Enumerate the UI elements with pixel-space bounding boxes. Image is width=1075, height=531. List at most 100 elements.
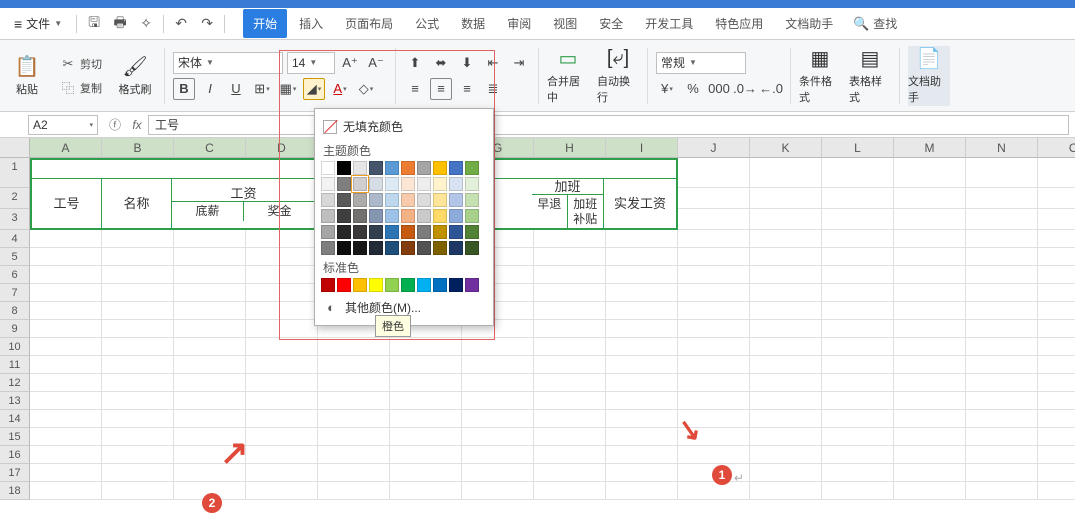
row-header-5[interactable]: 5 [0, 248, 30, 266]
indent-inc-button[interactable]: ⇥ [508, 52, 530, 74]
standard-swatch[interactable] [385, 278, 399, 292]
col-header-D[interactable]: D [246, 138, 318, 158]
theme-swatch[interactable] [369, 193, 383, 207]
theme-swatch[interactable] [321, 193, 335, 207]
border-button[interactable]: ⊞▾ [251, 78, 273, 100]
theme-swatch[interactable] [401, 193, 415, 207]
standard-swatch[interactable] [449, 278, 463, 292]
formula-input[interactable]: 工号 [148, 115, 1069, 135]
row-header-16[interactable]: 16 [0, 446, 30, 464]
currency-button[interactable]: ¥▾ [656, 78, 678, 100]
font-color-button[interactable]: A▾ [329, 78, 351, 100]
tab-insert[interactable]: 插入 [289, 9, 333, 38]
table-style-button[interactable]: ▤ 表格样式 [849, 46, 891, 106]
theme-swatch[interactable] [385, 225, 399, 239]
theme-swatch[interactable] [465, 177, 479, 191]
tab-layout[interactable]: 页面布局 [335, 9, 403, 38]
col-header-H[interactable]: H [534, 138, 606, 158]
col-header-C[interactable]: C [174, 138, 246, 158]
theme-swatch[interactable] [385, 241, 399, 255]
theme-swatch[interactable] [353, 161, 367, 175]
indent-dec-button[interactable]: ⇤ [482, 52, 504, 74]
theme-swatch[interactable] [385, 193, 399, 207]
italic-button[interactable]: I [199, 78, 221, 100]
theme-swatch[interactable] [433, 225, 447, 239]
theme-swatch[interactable] [369, 209, 383, 223]
row-header-14[interactable]: 14 [0, 410, 30, 428]
theme-swatch[interactable] [417, 177, 431, 191]
tab-special[interactable]: 特色应用 [705, 9, 773, 38]
col-header-L[interactable]: L [822, 138, 894, 158]
row-header-12[interactable]: 12 [0, 374, 30, 392]
row-header-9[interactable]: 9 [0, 320, 30, 338]
row-header-4[interactable]: 4 [0, 230, 30, 248]
standard-swatch[interactable] [353, 278, 367, 292]
theme-swatch[interactable] [401, 161, 415, 175]
theme-swatch[interactable] [433, 177, 447, 191]
align-bottom-button[interactable]: ⬇ [456, 52, 478, 74]
highlight-button[interactable]: ◇▾ [355, 78, 377, 100]
undo-icon[interactable]: ↶ [170, 13, 192, 35]
standard-swatch[interactable] [369, 278, 383, 292]
copy-button[interactable]: ⿻复制 [56, 78, 106, 98]
preview-icon[interactable]: ✧ [135, 13, 157, 35]
select-all-corner[interactable] [0, 138, 30, 158]
row-header-6[interactable]: 6 [0, 266, 30, 284]
theme-swatch[interactable] [337, 209, 351, 223]
theme-swatch[interactable] [465, 225, 479, 239]
theme-swatch[interactable] [433, 161, 447, 175]
name-box[interactable]: A2 ▾ [28, 115, 98, 135]
theme-swatch[interactable] [385, 177, 399, 191]
tab-view[interactable]: 视图 [543, 9, 587, 38]
redo-icon[interactable]: ↷ [196, 13, 218, 35]
cut-button[interactable]: ✂剪切 [56, 54, 106, 74]
theme-swatch[interactable] [465, 193, 479, 207]
font-size-combo[interactable]: 14▼ [287, 52, 335, 74]
tab-dev[interactable]: 开发工具 [635, 9, 703, 38]
number-format-combo[interactable]: 常规▼ [656, 52, 746, 74]
theme-swatch[interactable] [401, 241, 415, 255]
tab-formulas[interactable]: 公式 [405, 9, 449, 38]
row-header-15[interactable]: 15 [0, 428, 30, 446]
col-header-A[interactable]: A [30, 138, 102, 158]
col-header-K[interactable]: K [750, 138, 822, 158]
theme-swatch[interactable] [321, 209, 335, 223]
theme-swatch[interactable] [449, 161, 463, 175]
standard-swatch[interactable] [401, 278, 415, 292]
fill-color-button[interactable]: ◢▾ [303, 78, 325, 100]
no-fill-option[interactable]: 无填充颜色 [321, 115, 487, 138]
fx-icon[interactable]: ⓕ [104, 116, 126, 133]
theme-swatch[interactable] [417, 225, 431, 239]
doc-helper-button[interactable]: 📄 文档助手 [908, 46, 950, 106]
row-header-7[interactable]: 7 [0, 284, 30, 302]
dec-decimal-button[interactable]: ←.0 [760, 78, 782, 100]
tab-doc-helper[interactable]: 文档助手 [775, 9, 843, 38]
theme-swatch[interactable] [465, 161, 479, 175]
col-header-M[interactable]: M [894, 138, 966, 158]
theme-swatch[interactable] [353, 177, 367, 191]
standard-swatch[interactable] [321, 278, 335, 292]
bold-button[interactable]: B [173, 78, 195, 100]
theme-swatch[interactable] [449, 193, 463, 207]
theme-swatch[interactable] [465, 241, 479, 255]
row-header-17[interactable]: 17 [0, 464, 30, 482]
theme-swatch[interactable] [449, 209, 463, 223]
row-header-8[interactable]: 8 [0, 302, 30, 320]
theme-swatch[interactable] [337, 241, 351, 255]
format-painter-button[interactable]: 🖌 格式刷 [114, 46, 156, 106]
theme-swatch[interactable] [433, 209, 447, 223]
decrease-font-button[interactable]: A⁻ [365, 52, 387, 74]
row-header-18[interactable]: 18 [0, 482, 30, 500]
theme-swatch[interactable] [465, 209, 479, 223]
wrap-text-button[interactable]: [⤶] 自动换行 [597, 46, 639, 106]
paste-button[interactable]: 📋 粘贴 [6, 46, 48, 106]
align-middle-button[interactable]: ⬌ [430, 52, 452, 74]
col-header-J[interactable]: J [678, 138, 750, 158]
theme-swatch[interactable] [321, 225, 335, 239]
percent-button[interactable]: % [682, 78, 704, 100]
theme-swatch[interactable] [449, 225, 463, 239]
theme-swatch[interactable] [353, 225, 367, 239]
tab-data[interactable]: 数据 [451, 9, 495, 38]
standard-swatch[interactable] [337, 278, 351, 292]
theme-swatch[interactable] [449, 241, 463, 255]
